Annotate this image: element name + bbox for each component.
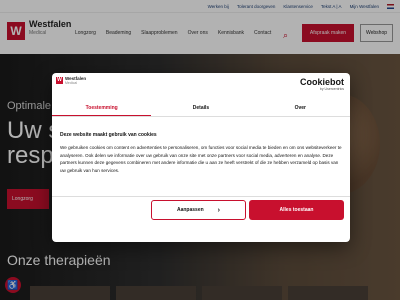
customize-button-label: Aanpassen xyxy=(176,207,204,213)
dialog-brand-subtitle: Medical xyxy=(65,81,78,85)
consent-tabs: Toestemming Details Over xyxy=(52,100,350,117)
allow-all-button[interactable]: Alles toestaan xyxy=(249,200,344,220)
tab-over[interactable]: Over xyxy=(251,100,350,116)
tab-toestemming[interactable]: Toestemming xyxy=(52,100,152,116)
cookie-consent-dialog: W Westfalen Medical Cookiebot by Usercen… xyxy=(52,73,350,242)
customize-button[interactable]: Aanpassen › xyxy=(151,200,246,220)
tab-details[interactable]: Details xyxy=(151,100,250,116)
consent-body: We gebruiken cookies om content en adver… xyxy=(60,145,342,173)
consent-heading: Deze website maakt gebruik van cookies xyxy=(60,132,157,138)
dialog-logo-icon: W xyxy=(56,77,63,84)
chevron-right-icon: › xyxy=(217,206,221,214)
cookiebot-subtitle: by Usercentrics xyxy=(319,87,344,91)
dialog-divider xyxy=(52,196,350,197)
cookiebot-logo[interactable]: Cookiebot by Usercentrics xyxy=(300,77,344,91)
cookiebot-name: Cookiebot xyxy=(300,77,344,87)
